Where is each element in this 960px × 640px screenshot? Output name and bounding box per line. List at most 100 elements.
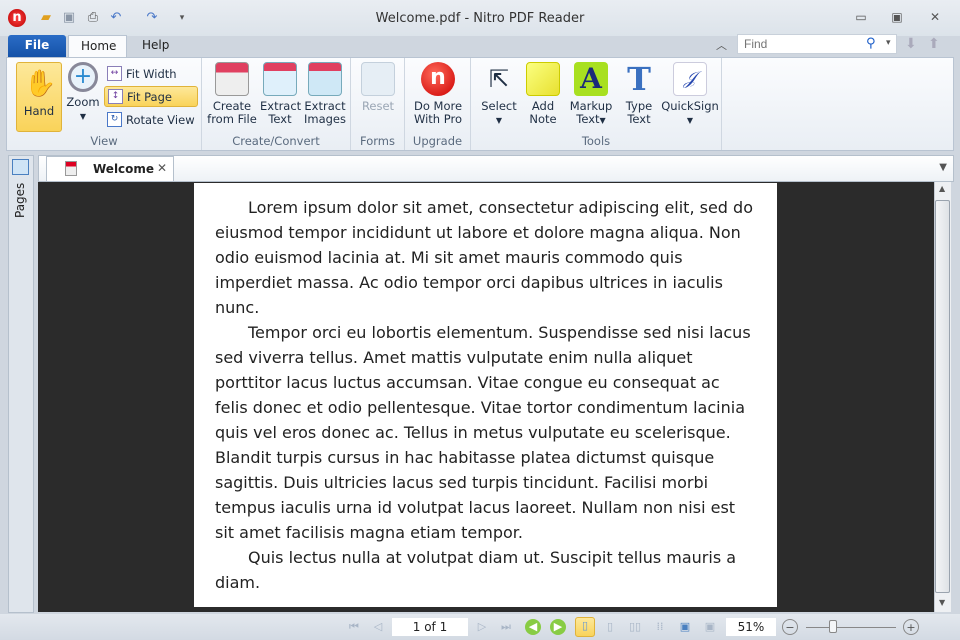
quicksign-label: QuickSign xyxy=(661,99,719,113)
zoom-icon: + xyxy=(68,62,98,92)
extract-images-label-2: Images xyxy=(303,112,346,126)
forward-view-icon[interactable]: ▶ xyxy=(550,619,566,635)
create-from-file-icon xyxy=(215,62,249,96)
document-tab-welcome[interactable]: Welcome ✕ xyxy=(46,156,174,181)
type-text-icon: T xyxy=(627,60,651,98)
pages-panel[interactable]: Pages xyxy=(8,155,34,613)
zoom-slider-handle[interactable] xyxy=(829,620,837,633)
status-bar: ⏮ ◁ 1 of 1 ▷ ⏭ ◀ ▶ ▯ ▯ ▯▯ ⁞⁞ ▣ ▣ 51% − + xyxy=(0,614,960,640)
create-label-2: from File xyxy=(207,112,257,126)
tab-help[interactable]: Help xyxy=(130,35,180,57)
rotate-view-button[interactable]: ↻ Rotate View xyxy=(104,109,198,130)
markup-label-2: Text xyxy=(576,112,600,126)
minimize-button[interactable]: ▭ xyxy=(850,10,872,26)
rotate-icon: ↻ xyxy=(107,112,122,127)
document-tab-label: Welcome xyxy=(93,162,155,176)
sticky-note-icon xyxy=(526,62,560,96)
scroll-up-icon[interactable]: ▲ xyxy=(939,184,945,193)
create-label-1: Create xyxy=(212,99,252,113)
group-view: ✋ Hand + Zoom ▼ ↔ Fit Width ↕ Fit Page ↻ Rot… xyxy=(7,58,202,150)
fit-width-button[interactable]: ↔ Fit Width xyxy=(104,63,180,84)
tab-list-dropdown-icon[interactable]: ▼ xyxy=(939,162,947,173)
group-label-view: View xyxy=(90,134,118,148)
pdf-page: Lorem ipsum dolor sit amet, consectetur … xyxy=(194,183,777,607)
extract-text-label-1: Extract xyxy=(260,99,302,113)
group-tools: ⇱ Select ▼ Add Note A Markup Text▼ T Type Text … xyxy=(471,58,722,150)
tab-file[interactable]: File xyxy=(8,35,66,57)
extract-images-label-1: Extract xyxy=(304,99,346,113)
add-note-label-2: Note xyxy=(529,112,557,126)
find-previous-icon[interactable]: ⬆ xyxy=(928,36,940,52)
fit-page-button[interactable]: ↕ Fit Page xyxy=(104,86,198,107)
fit-width-label: Fit Width xyxy=(126,66,177,81)
first-page-icon[interactable]: ⏮ xyxy=(346,619,362,635)
hand-button[interactable]: ✋ Hand xyxy=(16,62,62,132)
group-label-create: Create/Convert xyxy=(232,134,320,148)
group-label-upgrade: Upgrade xyxy=(412,134,463,148)
zoom-out-icon[interactable]: − xyxy=(782,619,798,635)
fit-page-icon: ↕ xyxy=(108,89,123,104)
nitro-pro-icon: n xyxy=(421,62,455,96)
previous-page-icon[interactable]: ◁ xyxy=(370,619,386,635)
group-create-convert: Create from File Extract Text Extract Image… xyxy=(202,58,351,150)
chevron-down-icon: ▼ xyxy=(495,116,503,125)
chevron-down-icon: ▼ xyxy=(686,116,694,125)
markup-text-button[interactable]: A Markup Text▼ xyxy=(567,62,615,127)
type-text-button[interactable]: T Type Text xyxy=(619,62,659,126)
group-upgrade: n Do More With Pro Upgrade xyxy=(405,58,471,150)
scrollbar-thumb[interactable] xyxy=(935,200,950,593)
create-from-file-button[interactable]: Create from File xyxy=(205,62,259,126)
last-page-icon[interactable]: ⏭ xyxy=(498,619,514,635)
group-label-forms: Forms xyxy=(360,134,395,148)
tab-home[interactable]: Home xyxy=(68,35,127,57)
full-screen-icon[interactable]: ▣ xyxy=(677,619,693,635)
zoom-level-field[interactable]: 51% xyxy=(726,618,776,636)
rotate-view-label: Rotate View xyxy=(126,112,195,127)
window-title: Welcome.pdf - Nitro PDF Reader xyxy=(375,11,585,26)
select-cursor-icon: ⇱ xyxy=(488,65,510,93)
select-button[interactable]: ⇱ Select ▼ xyxy=(479,62,519,127)
pages-panel-label[interactable]: Pages xyxy=(13,183,27,218)
zoom-slider[interactable] xyxy=(806,627,896,628)
add-note-button[interactable]: Add Note xyxy=(523,62,563,126)
single-page-icon[interactable]: ▯ xyxy=(575,617,595,637)
hand-icon: ✋ xyxy=(24,69,57,99)
reset-button[interactable]: Reset xyxy=(356,62,400,113)
ribbon: ✋ Hand + Zoom ▼ ↔ Fit Width ↕ Fit Page ↻ Rot… xyxy=(6,57,954,151)
fit-width-icon: ↔ xyxy=(107,66,122,81)
zoom-button[interactable]: + Zoom ▼ xyxy=(65,62,101,123)
pages-icon xyxy=(12,159,29,175)
group-label-tools: Tools xyxy=(581,134,611,148)
find-next-icon[interactable]: ⬇ xyxy=(905,36,917,52)
scroll-down-icon[interactable]: ▼ xyxy=(939,598,945,607)
close-tab-icon[interactable]: ✕ xyxy=(157,161,167,175)
restore-button[interactable]: ▣ xyxy=(886,10,908,26)
extract-images-button[interactable]: Extract Images xyxy=(302,62,348,126)
extract-text-button[interactable]: Extract Text xyxy=(260,62,302,126)
find-options-icon[interactable]: ▾ xyxy=(886,38,891,48)
page-number-field[interactable]: 1 of 1 xyxy=(392,618,468,636)
type-text-label-1: Type xyxy=(625,99,653,113)
quicksign-button[interactable]: 𝒥 QuickSign ▼ xyxy=(661,62,719,127)
split-view-icon[interactable]: ▣ xyxy=(702,619,718,635)
reset-icon xyxy=(361,62,395,96)
pdf-file-icon xyxy=(65,161,77,176)
paragraph: Tempor orci eu lobortis elementum. Suspe… xyxy=(215,323,751,542)
chevron-down-icon: ▼ xyxy=(79,112,87,121)
close-button[interactable]: ✕ xyxy=(924,10,946,26)
reset-label: Reset xyxy=(361,99,395,113)
facing-icon[interactable]: ▯▯ xyxy=(627,619,643,635)
next-page-icon[interactable]: ▷ xyxy=(474,619,490,635)
search-icon[interactable]: ⚲ xyxy=(866,36,876,51)
markup-label-1: Markup xyxy=(569,99,613,113)
do-more-with-pro-button[interactable]: n Do More With Pro xyxy=(409,62,467,126)
title-bar: n ▰ ▣ ⎙ ↶ ↷ ▾ Welcome.pdf - Nitro PDF Re… xyxy=(0,0,960,36)
signature-icon: 𝒥 xyxy=(673,62,707,96)
extract-text-icon xyxy=(263,62,297,96)
hand-label: Hand xyxy=(23,104,55,118)
collapse-ribbon-icon[interactable]: ︿ xyxy=(716,37,727,53)
zoom-in-icon[interactable]: + xyxy=(903,619,919,635)
back-view-icon[interactable]: ◀ xyxy=(525,619,541,635)
facing-continuous-icon[interactable]: ⁞⁞ xyxy=(652,619,668,635)
continuous-icon[interactable]: ▯ xyxy=(602,619,618,635)
